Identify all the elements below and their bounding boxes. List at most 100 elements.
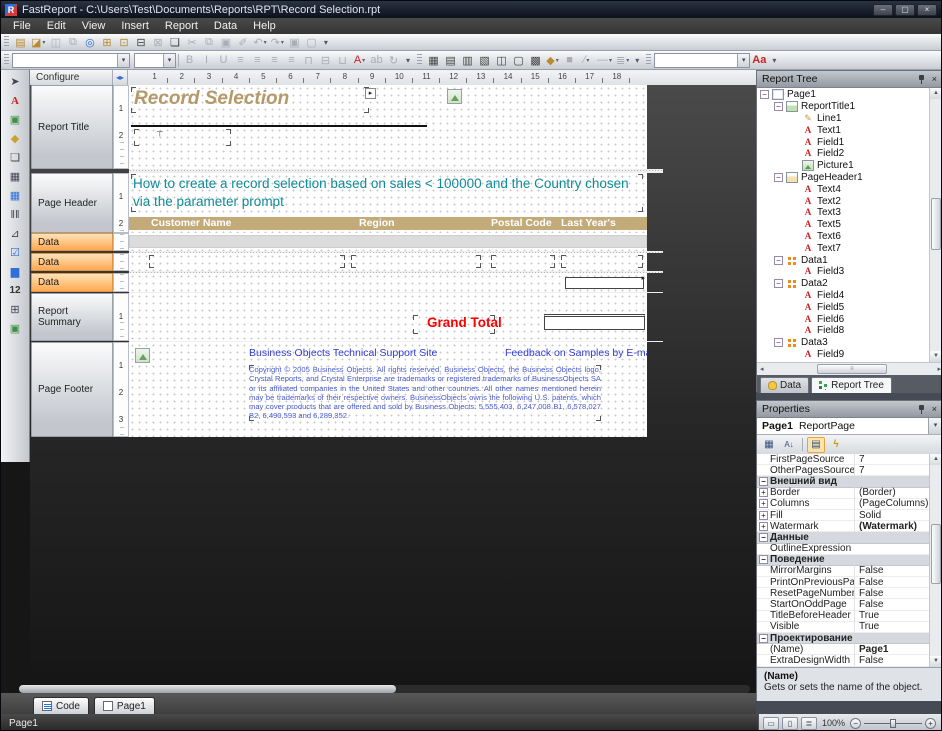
- line-object[interactable]: [131, 125, 427, 127]
- new-report-button[interactable]: ▤: [12, 35, 29, 50]
- zipcode-tool[interactable]: ⊞: [4, 300, 26, 319]
- tree-item[interactable]: Field8: [757, 325, 931, 337]
- property-row[interactable]: Данные: [757, 532, 931, 543]
- toolbar-overflow-icon[interactable]: ▾: [635, 56, 639, 65]
- toolbar-grip[interactable]: [646, 54, 651, 66]
- scrollbar-thumb[interactable]: ≡: [817, 364, 887, 374]
- left-border-button[interactable]: ▧: [476, 53, 493, 68]
- cellular-text-tool[interactable]: 12: [4, 281, 26, 300]
- properties-view-button[interactable]: ▤: [807, 437, 825, 453]
- close-button[interactable]: ×: [917, 4, 937, 16]
- expand-icon[interactable]: [759, 533, 768, 542]
- property-row[interactable]: Border (Border): [757, 488, 931, 499]
- field-object[interactable]: [129, 235, 647, 248]
- underline-button[interactable]: U: [215, 53, 232, 68]
- align-left-button[interactable]: ≡: [232, 53, 249, 68]
- column-header-customer-name[interactable]: Customer Name: [151, 217, 232, 230]
- column-header-last-years[interactable]: Last Year's: [561, 217, 616, 230]
- band-label-data1[interactable]: Data: [31, 233, 113, 251]
- property-row[interactable]: Watermark (Watermark): [757, 521, 931, 532]
- toolbar-grip[interactable]: [4, 54, 9, 66]
- expand-icon[interactable]: [759, 522, 768, 531]
- alphabetical-sort-button[interactable]: A↓: [780, 437, 798, 453]
- properties-vertical-scrollbar[interactable]: ▲ ▼: [929, 454, 942, 667]
- tab-data[interactable]: Data: [760, 377, 809, 393]
- highlight-button[interactable]: ab: [368, 53, 385, 68]
- menu-item[interactable]: Insert: [113, 18, 157, 34]
- total-field-object[interactable]: [544, 314, 645, 330]
- pin-icon[interactable]: [917, 74, 926, 85]
- band-label-data2[interactable]: Data: [31, 253, 113, 271]
- property-row[interactable]: Поведение: [757, 555, 931, 566]
- tree-item[interactable]: Text3: [757, 207, 931, 219]
- scroll-down-icon[interactable]: ▼: [930, 656, 942, 667]
- grand-total-text[interactable]: Grand Total: [413, 315, 495, 334]
- close-icon[interactable]: ×: [932, 75, 937, 84]
- tree-expand-icon[interactable]: [774, 256, 783, 265]
- field-object[interactable]: [561, 255, 643, 268]
- tree-item[interactable]: PageHeader1: [757, 172, 931, 184]
- tree-item[interactable]: Text4: [757, 183, 931, 195]
- scroll-down-icon[interactable]: ▼: [930, 351, 942, 362]
- column-header-postal-code[interactable]: Postal Code: [491, 217, 552, 230]
- field-object[interactable]: [149, 255, 345, 268]
- scrollbar-thumb[interactable]: [19, 685, 396, 693]
- configure-bands-button[interactable]: Configure bands...: [30, 70, 113, 85]
- line-width-button[interactable]: ≣: [614, 53, 631, 68]
- scroll-right-icon[interactable]: ▸: [937, 364, 941, 375]
- events-button[interactable]: ϟ: [827, 437, 845, 453]
- toolbar-overflow-icon[interactable]: ▾: [324, 38, 328, 47]
- shapes-tool[interactable]: ◆: [4, 129, 26, 148]
- undo-button[interactable]: ↶: [251, 35, 268, 50]
- property-row[interactable]: Columns (PageColumns): [757, 499, 931, 510]
- new-page-button[interactable]: ⊞: [98, 35, 115, 50]
- minimize-button[interactable]: –: [873, 4, 893, 16]
- delete-page-button[interactable]: ⊠: [149, 35, 166, 50]
- valign-bottom-button[interactable]: ⊔: [334, 53, 351, 68]
- rotate-text-button[interactable]: ↻: [385, 53, 402, 68]
- report-title-band[interactable]: Record Selection ▸ ┬: [129, 85, 647, 169]
- field-object[interactable]: [491, 255, 555, 268]
- tree-expand-icon[interactable]: [774, 279, 783, 288]
- zoom-slider-thumb[interactable]: [890, 719, 896, 728]
- save-report-button[interactable]: ◫: [47, 35, 64, 50]
- scroll-up-icon[interactable]: ▲: [930, 454, 942, 465]
- header-description-text[interactable]: How to create a record selection based o…: [131, 174, 643, 212]
- tree-item[interactable]: Field9: [757, 349, 931, 361]
- expand-icon[interactable]: [759, 555, 768, 564]
- toolbar-overflow-icon[interactable]: ▾: [772, 56, 776, 65]
- line-color-button[interactable]: ∕: [578, 53, 595, 68]
- ole-object-tool[interactable]: ▣: [4, 319, 26, 338]
- zoom-in-button[interactable]: +: [925, 718, 936, 729]
- menu-item[interactable]: Report: [157, 18, 206, 34]
- tree-item[interactable]: Field3: [757, 266, 931, 278]
- menu-item[interactable]: View: [74, 18, 114, 34]
- data1-band[interactable]: [129, 233, 647, 251]
- preview-button[interactable]: ◎: [81, 35, 98, 50]
- property-value[interactable]: False: [854, 577, 931, 588]
- tree-item[interactable]: Text1: [757, 124, 931, 136]
- expand-icon[interactable]: [759, 488, 768, 497]
- tree-item[interactable]: Text6: [757, 231, 931, 243]
- italic-button[interactable]: I: [198, 53, 215, 68]
- feedback-link[interactable]: Feedback on Samples by E-mail: [505, 347, 647, 359]
- right-border-button[interactable]: ◫: [493, 53, 510, 68]
- new-dialog-button[interactable]: ⊡: [115, 35, 132, 50]
- tab-code[interactable]: Code: [33, 697, 89, 714]
- expand-icon[interactable]: [759, 499, 768, 508]
- tree-expand-icon[interactable]: [774, 173, 783, 182]
- data2-band[interactable]: [129, 253, 647, 271]
- close-icon[interactable]: ×: [932, 405, 937, 414]
- page-width-view-button[interactable]: ▭: [763, 717, 779, 730]
- scroll-left-icon[interactable]: ◂: [760, 364, 764, 375]
- property-row[interactable]: TitleBeforeHeader True: [757, 611, 931, 622]
- table-header-bar[interactable]: Customer Name Region Postal Code Last Ye…: [129, 217, 647, 230]
- property-value[interactable]: 7: [854, 454, 931, 465]
- align-justify-button[interactable]: ≡: [283, 53, 300, 68]
- property-value[interactable]: True: [854, 621, 931, 632]
- property-row[interactable]: PrintOnPreviousPage False: [757, 577, 931, 588]
- tree-item[interactable]: Field1: [757, 136, 931, 148]
- pin-icon[interactable]: [917, 404, 926, 415]
- band-label-data3[interactable]: Data: [31, 273, 113, 292]
- tree-expand-icon[interactable]: [774, 102, 783, 111]
